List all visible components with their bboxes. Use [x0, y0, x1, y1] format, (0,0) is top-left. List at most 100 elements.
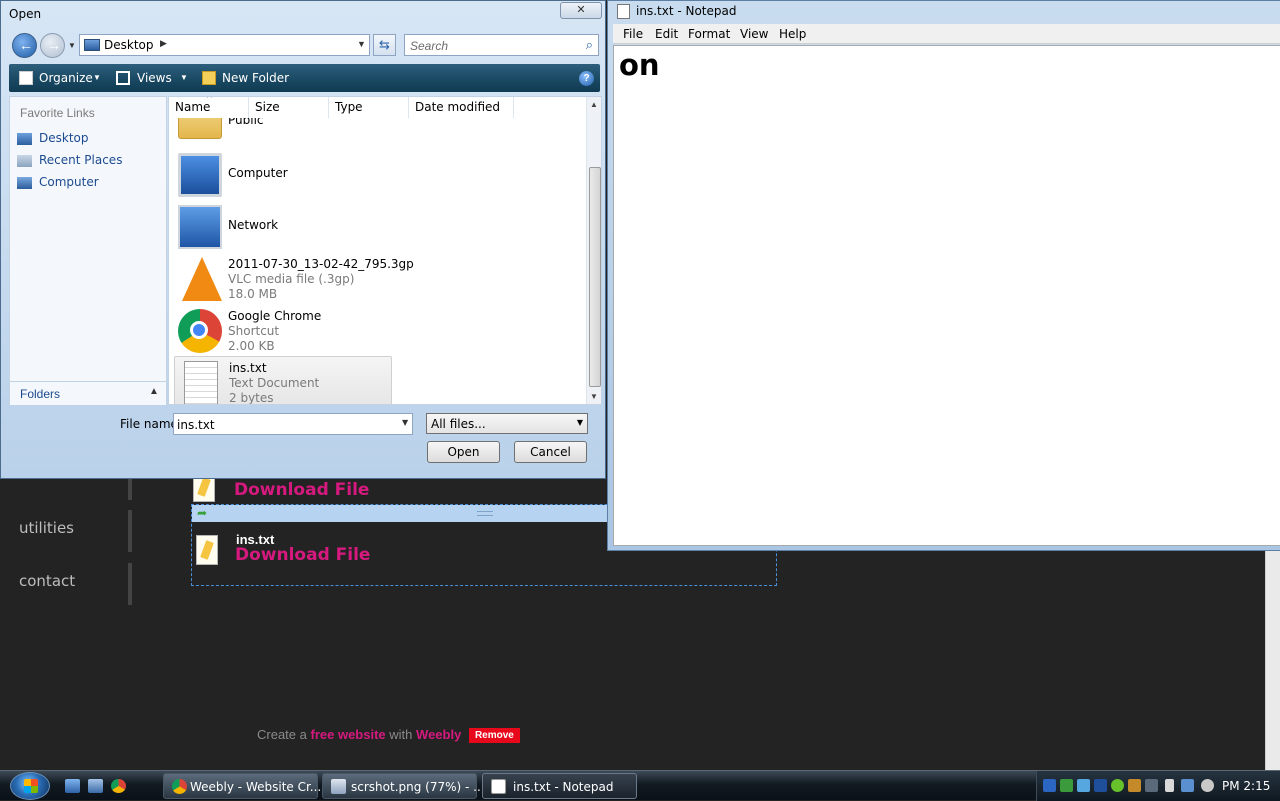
download-file-link[interactable]: Download File: [235, 545, 370, 565]
notepad-titlebar[interactable]: ins.txt - Notepad: [608, 1, 1280, 23]
column-type[interactable]: Type: [329, 97, 409, 118]
task-label: Weebly - Website Cr...: [190, 780, 322, 794]
chevron-up-icon[interactable]: ▲: [149, 386, 159, 397]
tray-app-icon[interactable]: [1094, 779, 1107, 792]
close-button[interactable]: ✕: [560, 2, 602, 19]
chevron-down-icon[interactable]: ▼: [402, 418, 408, 427]
folders-toggle[interactable]: Folders ▲: [10, 381, 166, 405]
favorite-recent-places[interactable]: Recent Places: [39, 153, 122, 167]
download-file-link[interactable]: Download File: [234, 480, 369, 500]
menu-edit[interactable]: Edit: [655, 27, 678, 41]
scroll-down-icon[interactable]: ▼: [590, 392, 598, 401]
nav-divider: [128, 478, 132, 500]
file-name-value[interactable]: ins.txt: [177, 418, 215, 432]
chevron-down-icon[interactable]: ▼: [577, 418, 583, 427]
help-icon[interactable]: ?: [579, 71, 594, 86]
file-list-scrollbar[interactable]: ▲ ▼: [586, 97, 601, 404]
file-name-input[interactable]: ins.txt ▼: [173, 413, 413, 435]
file-type: Shortcut: [228, 324, 280, 338]
tray-app-icon[interactable]: [1128, 779, 1141, 792]
open-button[interactable]: Open: [427, 441, 500, 463]
history-dropdown-icon[interactable]: ▼: [68, 41, 76, 50]
favorite-desktop[interactable]: Desktop: [39, 131, 89, 145]
file-size: 18.0 MB: [228, 287, 278, 301]
forward-button[interactable]: →: [40, 33, 65, 58]
column-name[interactable]: Name ^: [169, 97, 249, 118]
address-bar[interactable]: Desktop ▶ ▼: [79, 34, 370, 56]
chevron-down-icon[interactable]: ▼: [180, 73, 188, 82]
file-type: Text Document: [229, 376, 320, 390]
tray-app-icon[interactable]: [1145, 779, 1158, 792]
volume-muted-icon[interactable]: [1201, 779, 1214, 792]
chevron-down-icon[interactable]: ▼: [93, 73, 101, 82]
open-file-dialog: Open ✕ ← → ▼ Desktop ▶ ▼ ⇆ Search ⌕ Orga…: [0, 0, 606, 479]
notepad-window: ins.txt - Notepad File Edit Format View …: [607, 0, 1280, 551]
notepad-content[interactable]: on: [619, 48, 660, 82]
views-button[interactable]: Views: [137, 71, 172, 85]
menu-format[interactable]: Format: [688, 27, 730, 41]
views-icon: [116, 71, 130, 85]
nav-utilities[interactable]: utilities: [19, 519, 74, 537]
remove-button[interactable]: Remove: [468, 728, 520, 743]
start-button[interactable]: [10, 772, 50, 800]
back-button[interactable]: ←: [12, 33, 37, 58]
notepad-text-area[interactable]: on: [613, 45, 1280, 546]
image-editor-icon: [331, 779, 346, 794]
file-type-filter[interactable]: All files... ▼: [426, 413, 588, 434]
drag-grip-icon[interactable]: [477, 511, 493, 516]
column-date-modified[interactable]: Date modified: [409, 97, 514, 118]
clock[interactable]: PM 2:15: [1222, 779, 1270, 793]
search-icon[interactable]: ⌕: [586, 37, 593, 53]
network-icon[interactable]: [1181, 779, 1194, 792]
file-name: Google Chrome: [228, 309, 322, 323]
bluetooth-icon[interactable]: [1043, 779, 1056, 792]
file-list: Public Computer Network 2011-07-30_13-02…: [168, 96, 602, 405]
task-label: scrshot.png (77%) - ...: [351, 780, 485, 794]
tray-app-icon[interactable]: [1060, 779, 1073, 792]
organize-icon: [19, 71, 33, 85]
show-desktop-icon[interactable]: [65, 779, 80, 793]
list-item[interactable]: Network: [174, 201, 392, 251]
menu-help[interactable]: Help: [779, 27, 806, 41]
favorite-computer[interactable]: Computer: [39, 175, 99, 189]
list-item[interactable]: Google Chrome Shortcut 2.00 KB: [174, 305, 392, 355]
address-desktop[interactable]: Desktop: [104, 38, 154, 52]
column-size[interactable]: Size: [249, 97, 329, 118]
tray-app-icon[interactable]: [1077, 779, 1090, 792]
notepad-title: ins.txt - Notepad: [636, 4, 737, 18]
favorite-links-heading: Favorite Links: [20, 106, 95, 120]
windows-logo-icon: [24, 779, 38, 793]
list-item-selected[interactable]: ins.txt Text Document 2 bytes: [174, 356, 392, 405]
menu-file[interactable]: File: [623, 27, 643, 41]
file-name: ins.txt: [229, 361, 267, 375]
refresh-button[interactable]: ⇆: [373, 34, 396, 56]
breadcrumb-arrow-icon[interactable]: ▶: [160, 38, 167, 49]
scroll-up-icon[interactable]: ▲: [590, 100, 598, 109]
new-folder-button[interactable]: New Folder: [222, 71, 289, 85]
weebly-link[interactable]: Weebly: [416, 727, 461, 742]
file-name: 2011-07-30_13-02-42_795.3gp: [228, 257, 414, 271]
nav-contact[interactable]: contact: [19, 572, 75, 590]
task-notepad[interactable]: ins.txt - Notepad: [482, 773, 637, 799]
address-dropdown-icon[interactable]: ▼: [357, 39, 366, 49]
list-item[interactable]: 2011-07-30_13-02-42_795.3gp VLC media fi…: [174, 253, 414, 303]
task-scrshot[interactable]: scrshot.png (77%) - ...: [322, 773, 485, 799]
footer-with: with: [389, 727, 413, 742]
task-weebly[interactable]: Weebly - Website Cr...: [163, 773, 322, 799]
cancel-button[interactable]: Cancel: [514, 441, 587, 463]
file-size: 2 bytes: [229, 391, 274, 405]
battery-icon[interactable]: [1165, 779, 1174, 792]
tray-app-icon[interactable]: [1111, 779, 1124, 792]
search-input[interactable]: Search ⌕: [404, 34, 599, 56]
move-arrow-icon[interactable]: ➦: [197, 506, 207, 520]
new-folder-icon: [202, 71, 216, 85]
organize-button[interactable]: Organize: [39, 71, 93, 85]
chrome-icon[interactable]: [111, 779, 126, 793]
folders-label[interactable]: Folders: [20, 387, 60, 401]
list-item[interactable]: Computer: [174, 149, 392, 199]
free-website-link[interactable]: free website: [311, 727, 386, 742]
menu-view[interactable]: View: [740, 27, 768, 41]
switch-windows-icon[interactable]: [88, 779, 103, 793]
scrollbar-thumb[interactable]: [589, 167, 601, 387]
file-type-filter-value[interactable]: All files...: [431, 417, 486, 431]
